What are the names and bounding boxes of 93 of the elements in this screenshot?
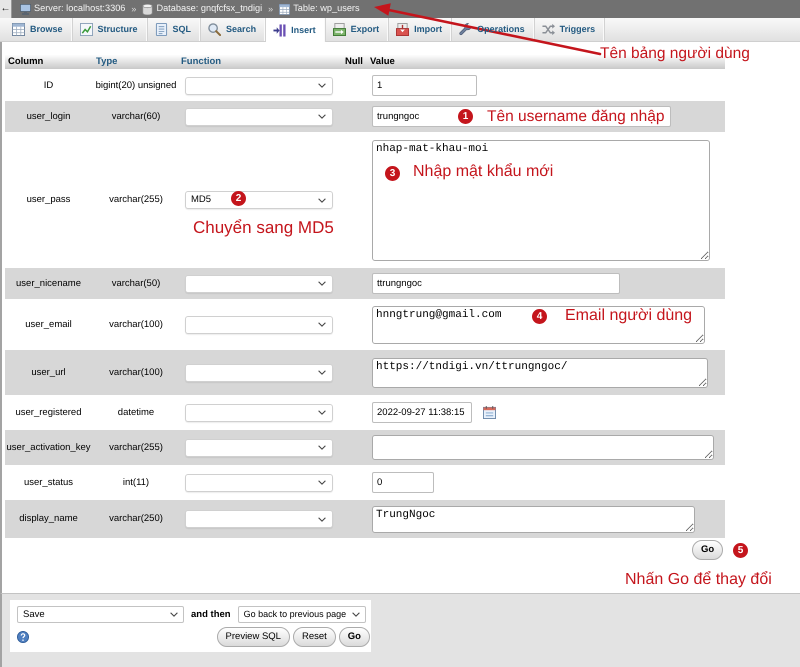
breadcrumb-separator: »	[267, 4, 274, 14]
annotation-text: Tên bảng người dùng	[600, 45, 750, 63]
database-icon	[142, 4, 154, 14]
table-icon	[279, 4, 290, 14]
breadcrumb-link[interactable]: Server: localhost:3306	[18, 3, 128, 15]
date-input[interactable]: 2022-09-27 11:38:15	[372, 402, 472, 423]
column-header: Type	[96, 56, 118, 68]
tab[interactable]: Export	[326, 18, 390, 41]
annotation-text: Nhấn Go để thay đổi	[625, 571, 772, 589]
value-textarea[interactable]: https://tndigi.vn/ttrungngoc/	[372, 358, 708, 388]
value-textarea[interactable]: TrungNgoc	[372, 506, 695, 532]
shuffle-icon	[542, 23, 555, 36]
column-header: Column	[7, 56, 44, 68]
import-icon	[396, 23, 410, 36]
breadcrumb-link[interactable]: Database: gnqfcfsx_tndigi	[140, 3, 264, 15]
chevron-down-icon	[352, 612, 360, 617]
table-icon	[12, 23, 25, 36]
column-type: varchar(100)	[109, 318, 163, 330]
chevron-down-icon	[318, 281, 326, 286]
tab[interactable]: Triggers	[534, 18, 606, 41]
monitor-icon	[20, 4, 31, 14]
column-name: user_login	[26, 110, 70, 122]
column-name: display_name	[19, 513, 78, 525]
insert-icon	[273, 24, 286, 36]
chevron-down-icon	[318, 410, 326, 415]
tab[interactable]: Browse	[5, 18, 73, 41]
chevron-down-icon	[318, 83, 326, 88]
column-type: bigint(20) unsigned	[96, 80, 176, 92]
form-button[interactable]: Go	[338, 627, 370, 647]
help-icon	[17, 631, 29, 643]
form-button[interactable]: Preview SQL	[216, 627, 290, 647]
chevron-down-icon	[318, 445, 326, 450]
chevron-down-icon	[318, 480, 326, 485]
tab[interactable]: Structure	[72, 18, 148, 41]
chevron-down-icon	[318, 516, 326, 522]
tab[interactable]: Import	[389, 18, 452, 41]
column-header: Null	[345, 56, 364, 68]
document-icon	[154, 23, 168, 36]
step-number: 5	[733, 543, 748, 558]
function-select[interactable]	[185, 76, 333, 94]
export-icon	[332, 23, 346, 36]
chevron-down-icon	[318, 370, 326, 375]
annotation-text: Email người dùng	[565, 307, 692, 325]
function-select[interactable]	[185, 108, 333, 126]
value-input[interactable]: ttrungngoc	[372, 273, 620, 294]
breadcrumb-separator: »	[130, 4, 138, 14]
chevron-down-icon	[170, 612, 178, 617]
function-select[interactable]	[185, 438, 333, 456]
wrench-icon	[459, 23, 472, 36]
column-name: ID	[44, 80, 54, 92]
column-type: varchar(100)	[109, 366, 163, 378]
column-type: varchar(50)	[112, 278, 160, 290]
column-type: varchar(250)	[109, 513, 163, 525]
value-input[interactable]: 0	[372, 472, 434, 493]
column-type: varchar(255)	[109, 194, 163, 206]
column-name: user_activation_key	[6, 442, 90, 454]
value-input[interactable]: 1	[372, 75, 477, 96]
search-icon	[208, 23, 222, 36]
and-then-label: and then	[191, 608, 231, 620]
chart-icon	[80, 23, 93, 36]
chevron-down-icon	[318, 322, 326, 327]
column-name: user_pass	[26, 194, 70, 206]
column-type: datetime	[118, 406, 154, 418]
function-select[interactable]	[185, 316, 333, 334]
annotation-text: Nhập mật khẩu mới	[413, 163, 554, 181]
column-name: user_email	[25, 318, 72, 330]
calendar-icon	[483, 406, 496, 419]
column-type: varchar(255)	[109, 442, 163, 454]
breadcrumb-link[interactable]: Table: wp_users	[277, 3, 362, 15]
column-name: user_registered	[15, 406, 82, 418]
column-name: user_status	[24, 476, 74, 488]
column-header: Value	[370, 56, 396, 68]
column-header: Function	[181, 56, 222, 68]
action-select[interactable]: Save	[17, 606, 184, 623]
next-action-select[interactable]: Go back to previous page	[238, 606, 366, 623]
back-link[interactable]: ←	[0, 0, 12, 18]
column-type: int(11)	[122, 476, 150, 488]
form-button[interactable]: Reset	[292, 627, 336, 647]
tab[interactable]: SQL	[148, 18, 202, 41]
tab[interactable]: Insert	[266, 18, 326, 42]
go-button[interactable]: Go	[692, 540, 724, 560]
annotation-text: Chuyển sang MD5	[193, 219, 334, 237]
value-textarea[interactable]	[372, 435, 714, 460]
function-select[interactable]	[185, 364, 333, 382]
function-select[interactable]	[185, 274, 333, 292]
column-name: user_url	[31, 366, 66, 378]
chevron-down-icon	[318, 114, 326, 119]
function-select[interactable]	[185, 404, 333, 422]
column-type: varchar(60)	[112, 110, 160, 122]
column-name: user_nicename	[16, 278, 81, 290]
function-select[interactable]	[185, 474, 333, 492]
function-select[interactable]	[185, 510, 333, 528]
chevron-down-icon	[318, 198, 326, 202]
